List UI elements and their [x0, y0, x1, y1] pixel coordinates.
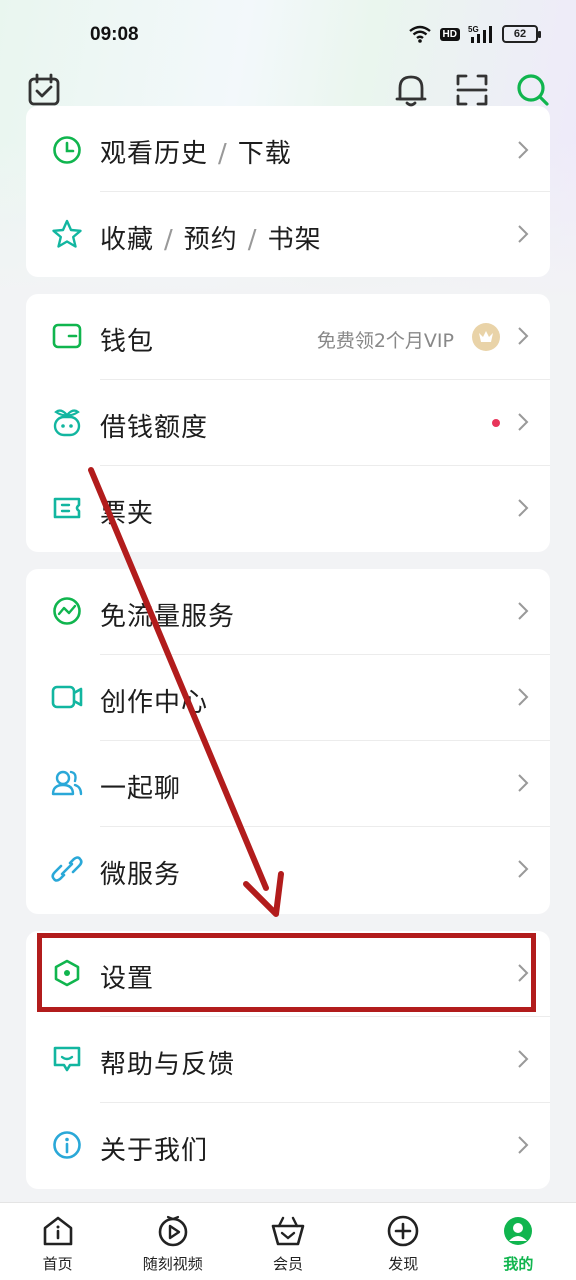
history-link[interactable]: 观看历史	[100, 139, 208, 169]
favorites-link[interactable]: 收藏	[100, 225, 154, 255]
network-label: 5G	[468, 25, 479, 34]
menu-item-label: 关于我们	[100, 1136, 209, 1166]
bell-icon[interactable]	[391, 70, 431, 110]
menu-item-creator-center[interactable]: 创作中心	[26, 655, 550, 741]
menu-item-label: 免流量服务	[100, 602, 236, 632]
chevron-right-icon	[518, 688, 529, 706]
menu-item-label: 钱包	[100, 327, 155, 357]
menu-item-favorites[interactable]: 收藏 / 预约 / 书架	[26, 192, 550, 277]
menu-item-label: 一起聊	[100, 774, 182, 804]
menu-item-loan-limit[interactable]: 借钱额度	[26, 380, 550, 466]
chevron-right-icon	[518, 602, 529, 620]
home-icon	[40, 1213, 76, 1249]
separator: /	[247, 225, 258, 255]
hd-badge: HD	[439, 27, 460, 41]
separator: /	[218, 139, 228, 169]
menu-item-label: 收藏 / 预约 / 书架	[100, 219, 322, 256]
ticket-icon	[50, 491, 84, 525]
link-icon	[50, 852, 84, 886]
bookshelf-link[interactable]: 书架	[268, 225, 322, 255]
menu-item-label: 创作中心	[100, 688, 209, 718]
tab-label: 首页	[42, 1255, 73, 1273]
menu-group-history: 观看历史 / 下载 收藏 / 预约 / 书架	[26, 106, 550, 277]
play-circle-icon	[155, 1213, 191, 1249]
video-camera-icon	[50, 680, 84, 714]
menu-item-label: 借钱额度	[100, 413, 209, 443]
menu-item-label: 票夹	[100, 499, 155, 529]
menu-group-wallet: 钱包 免费领2个月VIP 借钱额度 票夹	[26, 294, 550, 552]
menu-item-history-download[interactable]: 观看历史 / 下载	[26, 106, 550, 192]
menu-group-settings: 设置 帮助与反馈 关于我们	[26, 931, 550, 1189]
menu-item-chat-together[interactable]: 一起聊	[26, 741, 550, 827]
vip-promo-text: 免费领2个月VIP	[316, 330, 454, 352]
tab-discover[interactable]: 发现	[346, 1203, 461, 1280]
chevron-right-icon	[518, 225, 529, 243]
signal-icon: 5G	[468, 25, 492, 43]
download-link[interactable]: 下载	[238, 139, 292, 169]
tab-label: 我的	[503, 1255, 534, 1273]
scan-icon[interactable]	[452, 70, 492, 110]
star-icon	[50, 217, 84, 251]
menu-item-help-feedback[interactable]: 帮助与反馈	[26, 1017, 550, 1103]
clock-icon	[50, 133, 84, 167]
status-time: 09:08	[90, 24, 139, 45]
chevron-right-icon	[518, 499, 529, 517]
profile-icon	[500, 1213, 536, 1249]
calendar-check-icon[interactable]	[24, 70, 64, 110]
menu-item-settings[interactable]: 设置	[26, 931, 550, 1017]
menu-group-services: 免流量服务 创作中心 一起聊 微服务	[26, 569, 550, 914]
tab-suike-video[interactable]: 随刻视频	[115, 1203, 230, 1280]
chevron-right-icon	[518, 413, 529, 431]
wifi-icon	[408, 25, 431, 43]
tab-home[interactable]: 首页	[0, 1203, 115, 1280]
menu-item-free-data[interactable]: 免流量服务	[26, 569, 550, 655]
search-icon[interactable]	[513, 70, 553, 110]
chevron-right-icon	[518, 1136, 529, 1154]
plus-circle-icon	[385, 1213, 421, 1249]
menu-item-label: 微服务	[100, 860, 182, 890]
chevron-right-icon	[518, 964, 529, 982]
tab-label: 随刻视频	[142, 1255, 203, 1273]
hexagon-settings-icon	[50, 956, 84, 990]
menu-item-label: 观看历史 / 下载	[100, 133, 292, 170]
notification-dot	[492, 419, 500, 427]
tab-label: 会员	[273, 1255, 304, 1273]
tab-vip[interactable]: 会员	[230, 1203, 345, 1280]
menu-item-label: 设置	[100, 964, 155, 994]
chevron-right-icon	[518, 141, 529, 159]
app-header	[0, 66, 576, 116]
status-bar: 09:08 HD 5G 62	[0, 0, 576, 70]
chevron-right-icon	[518, 860, 529, 878]
menu-item-ticket-holder[interactable]: 票夹	[26, 466, 550, 552]
separator: /	[164, 225, 174, 255]
chevron-right-icon	[518, 1050, 529, 1068]
wallet-icon	[50, 319, 84, 353]
sprout-icon	[50, 405, 84, 439]
reservations-link[interactable]: 预约	[184, 225, 238, 255]
tab-mine[interactable]: 我的	[461, 1203, 576, 1280]
status-icons: HD 5G 62	[408, 24, 541, 44]
tab-label: 发现	[388, 1255, 419, 1273]
crown-basket-icon	[270, 1213, 306, 1249]
menu-item-about-us[interactable]: 关于我们	[26, 1103, 550, 1189]
bottom-tab-bar: 首页 随刻视频 会员 发现 我的	[0, 1202, 576, 1280]
message-smile-icon	[50, 1042, 84, 1076]
chevron-right-icon	[518, 327, 529, 345]
vip-crown-icon	[472, 323, 500, 351]
traffic-wave-icon	[50, 594, 84, 628]
chevron-right-icon	[518, 774, 529, 792]
info-icon	[50, 1128, 84, 1162]
menu-item-label: 帮助与反馈	[100, 1050, 236, 1080]
battery-indicator: 62	[502, 25, 541, 43]
users-icon	[50, 766, 84, 800]
menu-item-micro-service[interactable]: 微服务	[26, 827, 550, 913]
menu-item-wallet[interactable]: 钱包 免费领2个月VIP	[26, 294, 550, 380]
